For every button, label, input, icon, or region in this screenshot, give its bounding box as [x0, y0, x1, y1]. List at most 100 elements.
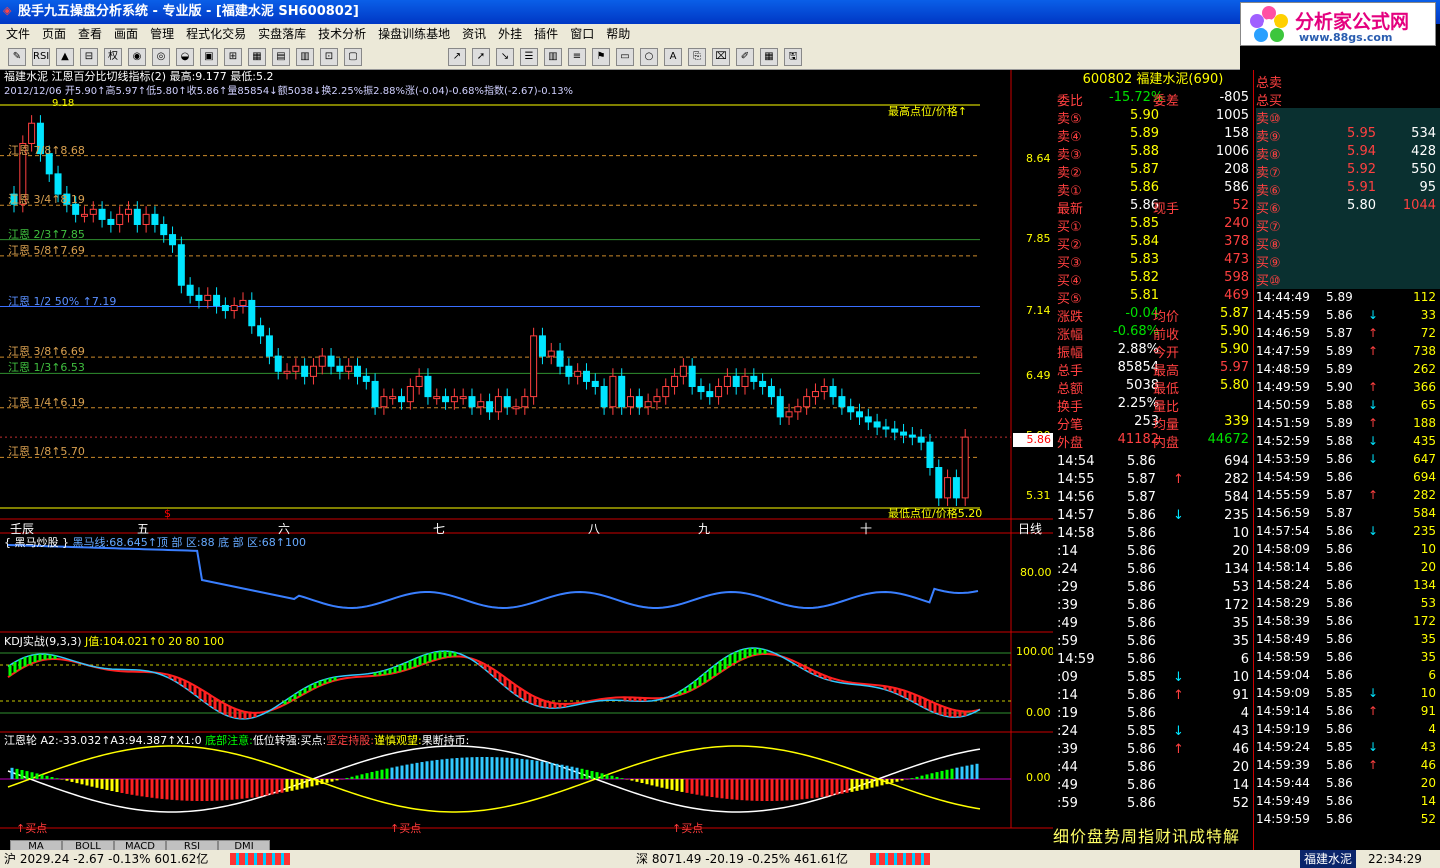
menu-item-10[interactable]: 外挂: [492, 24, 528, 44]
toolbar-button-10-icon[interactable]: ▦: [248, 48, 266, 66]
menu-item-7[interactable]: 技术分析: [312, 24, 372, 44]
deep-sell-vol: 550: [1411, 162, 1436, 177]
toolbar-button-1-icon[interactable]: RSI: [32, 48, 50, 66]
deep-tick-vol: 172: [1413, 614, 1436, 628]
toolbar-button-22-icon[interactable]: ▭: [616, 48, 634, 66]
value: 5.81: [1130, 288, 1159, 303]
candle-body: [336, 365, 344, 372]
toolbar-button-15-icon[interactable]: ↗: [448, 48, 466, 66]
candle-body: [415, 375, 423, 387]
menu-item-6[interactable]: 实盘落库: [252, 24, 312, 44]
value2: 586: [1224, 180, 1249, 195]
toolbar-button-3-icon[interactable]: ⊟: [80, 48, 98, 66]
toolbar-button-23-icon[interactable]: ○: [640, 48, 658, 66]
tick-price: 5.86: [1127, 580, 1156, 595]
menu-item-9[interactable]: 资讯: [456, 24, 492, 44]
toolbar-button-18-icon[interactable]: ☰: [520, 48, 538, 66]
deep-tick-price: 5.86: [1326, 776, 1353, 790]
candle-body: [908, 434, 916, 438]
value2: 469: [1224, 288, 1249, 303]
sz-bar: [870, 853, 930, 865]
tick-price: 5.85: [1127, 670, 1156, 685]
value2: 5.90: [1220, 342, 1249, 357]
deep-tick-arrow: ↑: [1368, 758, 1379, 772]
candle-body: [952, 477, 960, 499]
deep-tick-time: 14:49:59: [1256, 380, 1310, 394]
value2: 598: [1224, 270, 1249, 285]
status-stock[interactable]: 福建水泥: [1300, 850, 1357, 868]
menu-item-4[interactable]: 管理: [144, 24, 180, 44]
toolbar-button-8-icon[interactable]: ▣: [200, 48, 218, 66]
tick-arrow: ↓: [1173, 670, 1184, 685]
label: 外盘: [1057, 436, 1084, 451]
deep-tick-arrow: ↑: [1368, 488, 1379, 502]
month-4: 八: [588, 522, 601, 536]
toolbar-button-12-icon[interactable]: ▥: [296, 48, 314, 66]
menu-item-0[interactable]: 文件: [0, 24, 36, 44]
toolbar-button-29-icon[interactable]: 🖫: [784, 48, 802, 66]
toolbar-button-20-icon[interactable]: ≡: [568, 48, 586, 66]
toolbar-button-5-icon[interactable]: ◉: [128, 48, 146, 66]
toolbar-button-19-icon[interactable]: ▥: [544, 48, 562, 66]
label: 买⑤: [1057, 292, 1082, 307]
candle-body: [891, 428, 899, 433]
deep-tick-price: 5.86: [1326, 542, 1353, 556]
status-time: 22:34:29: [1368, 852, 1422, 866]
toolbar-button-2-icon[interactable]: ▲: [56, 48, 74, 66]
toolbar-button-4-icon[interactable]: 权: [104, 48, 122, 66]
toolbar-button-28-icon[interactable]: ▦: [760, 48, 778, 66]
toolbar-button-27-icon[interactable]: ✐: [736, 48, 754, 66]
value2: -805: [1219, 90, 1249, 105]
menu-item-3[interactable]: 画面: [108, 24, 144, 44]
menu-item-8[interactable]: 操盘训练基地: [372, 24, 456, 44]
toolbar-button-26-icon[interactable]: ⌧: [712, 48, 730, 66]
deep-tick-vol: 43: [1420, 740, 1436, 754]
period-label[interactable]: 日线: [1018, 520, 1042, 537]
toolbar-button-25-icon[interactable]: ⎘: [688, 48, 706, 66]
brand-logo: 分析家公式网 www.88gs.com: [1240, 2, 1436, 46]
candle-body: [406, 385, 414, 403]
toolbar-button-0-icon[interactable]: ✎: [8, 48, 26, 66]
menu-item-2[interactable]: 查看: [72, 24, 108, 44]
deep-tick-time: 14:56:59: [1256, 506, 1310, 520]
tick-price: 5.86: [1127, 688, 1156, 703]
toolbar-button-21-icon[interactable]: ⚑: [592, 48, 610, 66]
toolbar-button-24-icon[interactable]: A: [664, 48, 682, 66]
menu-item-1[interactable]: 页面: [36, 24, 72, 44]
toolbar-button-16-icon[interactable]: ➚: [472, 48, 490, 66]
tick-arrow: ↓: [1173, 508, 1184, 523]
menu-item-13[interactable]: 帮助: [600, 24, 636, 44]
tick-vol: 43: [1232, 724, 1249, 739]
toolbar-button-14-icon[interactable]: ▢: [344, 48, 362, 66]
toolbar-button-13-icon[interactable]: ⊡: [320, 48, 338, 66]
toolbar-button-11-icon[interactable]: ▤: [272, 48, 290, 66]
sub3-title: 江恩轮: [4, 734, 37, 747]
menu-item-11[interactable]: 插件: [528, 24, 564, 44]
menu-item-5[interactable]: 程式化交易: [180, 24, 252, 44]
tick-arrow: ↑: [1173, 688, 1184, 703]
menu-item-12[interactable]: 窗口: [564, 24, 600, 44]
tick-vol: 282: [1224, 472, 1249, 487]
tick-vol: 14: [1232, 778, 1249, 793]
tick-time: 14:58: [1057, 526, 1095, 541]
toolbar-button-17-icon[interactable]: ↘: [496, 48, 514, 66]
tick-time: :39: [1057, 598, 1078, 613]
toolbar-button-9-icon[interactable]: ⊞: [224, 48, 242, 66]
candle-body: [380, 396, 388, 408]
deep-tick-arrow: ↑: [1368, 416, 1379, 430]
tick-time: :29: [1057, 580, 1078, 595]
candle-body: [301, 365, 309, 377]
deep-tick-price: 5.86: [1326, 722, 1353, 736]
candle-body: [345, 365, 353, 372]
label2: 量比: [1153, 400, 1180, 415]
value2: 5.97: [1220, 360, 1249, 375]
candle-body: [723, 375, 731, 387]
candle-body: [838, 396, 846, 408]
deep-tick-time: 14:54:59: [1256, 470, 1310, 484]
deep-tick-vol: 694: [1413, 470, 1436, 484]
toolbar-button-7-icon[interactable]: ◒: [176, 48, 194, 66]
toolbar-button-6-icon[interactable]: ◎: [152, 48, 170, 66]
tick-price: 5.87: [1127, 490, 1156, 505]
candle-body: [80, 213, 88, 217]
panel-tabs[interactable]: 细价盘势周指财讯成特解: [1053, 826, 1253, 848]
